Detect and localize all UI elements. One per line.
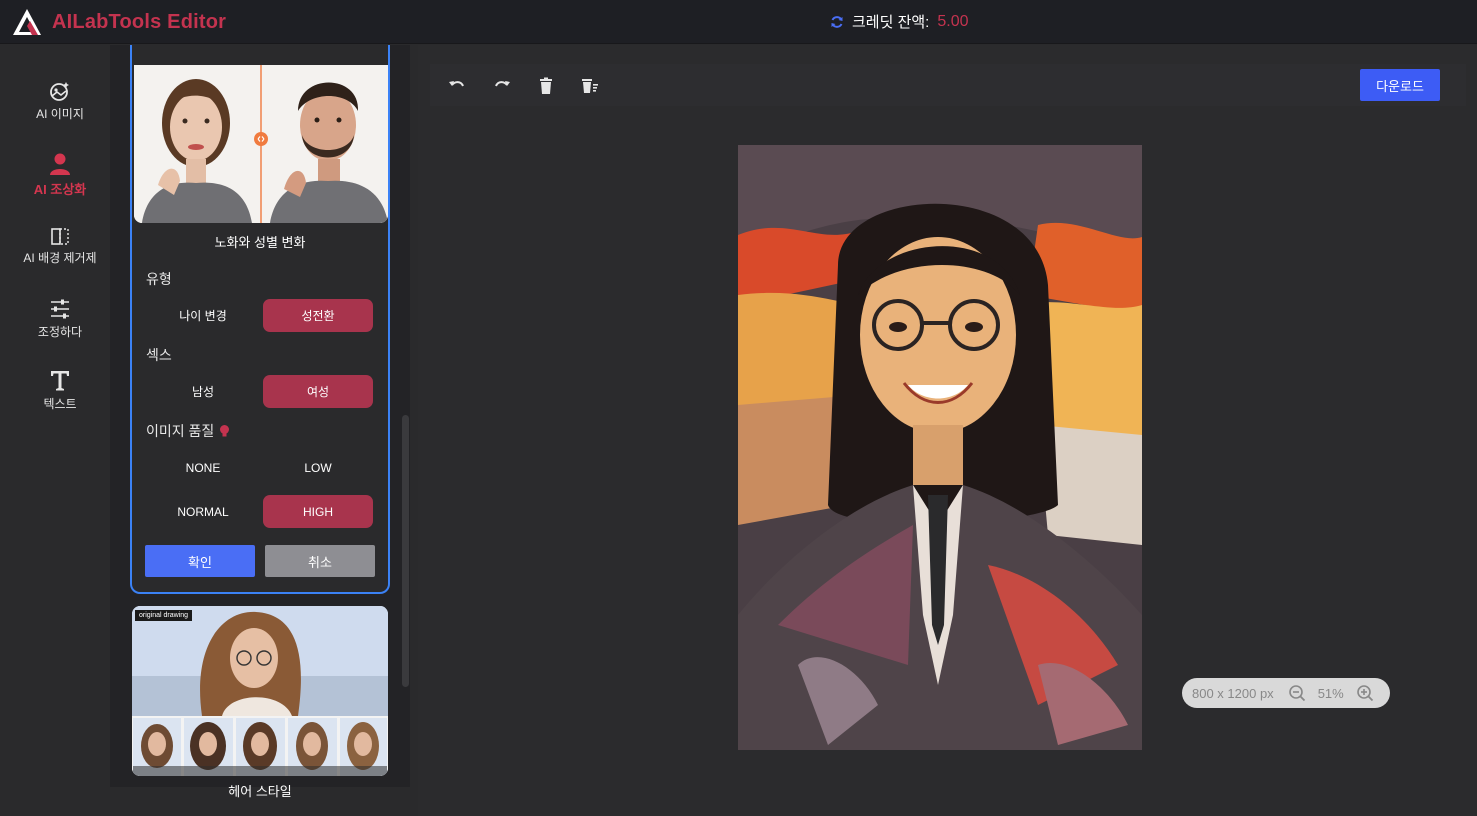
zoom-bar: 800 x 1200 px 51% [1182,678,1390,708]
sex-label: 섹스 [146,347,172,363]
nav-item-adjust[interactable]: 조정하다 [0,298,120,340]
nav-label: 텍스트 [43,397,77,411]
image-size-label: 800 x 1200 px [1192,685,1274,701]
quality-option-normal[interactable]: NORMAL [148,495,258,528]
original-drawing-badge: original drawing [135,610,193,621]
undo-icon[interactable] [447,76,467,96]
background-remove-icon [51,228,69,245]
sex-option-female[interactable]: 여성 [263,375,373,408]
nav-item-text[interactable]: 텍스트 [0,368,120,412]
type-option-gender-swap[interactable]: 성전환 [263,299,373,332]
sliders-icon [51,299,69,319]
editor-toolbar [430,64,1466,106]
zoom-percent: 51% [1317,685,1344,701]
portrait-icon [50,153,70,175]
brand-logo-icon [13,9,41,35]
nav-item-ai-portrait[interactable]: AI 조상화 [0,152,120,198]
quality-option-none[interactable]: NONE [148,451,258,484]
text-icon [51,371,69,391]
nav-item-ai-image[interactable]: AI 이미지 [0,80,120,122]
refresh-icon[interactable] [830,15,844,29]
nav-label: AI 이미지 [36,107,84,121]
credit-value: 5.00 [937,12,969,30]
download-button[interactable]: 다운로드 [1360,69,1440,101]
portrait-painting-image [738,145,1142,750]
aging-gender-preview [134,65,388,223]
hairstyle-preview-image [132,606,388,776]
brand[interactable]: AILabTools Editor [12,7,226,37]
type-label: 유형 [146,271,172,287]
quality-label-row: 이미지 품질 [146,421,231,441]
aging-gender-card[interactable]: 노화와 성별 변화 유형 나이 변경 성전환 섹스 남성 여성 이미지 품질 N… [130,45,390,594]
quality-label: 이미지 품질 [146,423,215,439]
sex-option-male[interactable]: 남성 [148,375,258,408]
card-title: 노화와 성별 변화 [214,235,306,250]
edited-image-canvas[interactable] [738,145,1142,750]
redo-icon[interactable] [492,76,512,96]
confirm-button[interactable]: 확인 [145,545,255,577]
cancel-button[interactable]: 취소 [265,545,375,577]
type-option-age[interactable]: 나이 변경 [148,299,258,332]
preview-image [134,65,388,223]
panel-scrollbar[interactable] [402,415,409,687]
clear-all-icon[interactable] [580,76,600,96]
quality-option-high[interactable]: HIGH [263,495,373,528]
app-name: AILabTools Editor [52,10,227,33]
quality-option-low[interactable]: LOW [263,451,373,484]
credit-balance: 크레딧 잔액: 5.00 [830,11,968,32]
hairstyle-thumbnails [133,718,387,776]
top-bar: AILabTools Editor 크레딧 잔액: 5.00 [0,0,1477,44]
card-title: 헤어 스타일 [228,784,292,799]
nav-label: 조정하다 [37,325,83,339]
delete-icon[interactable] [536,76,556,96]
nav-item-background-remove[interactable]: AI 배경 제거제 [0,228,120,266]
nav-label: AI 배경 제거제 [23,251,97,265]
hairstyle-card[interactable]: original drawing [132,606,388,776]
lightbulb-icon[interactable] [218,424,231,438]
zoom-in-icon[interactable] [1356,684,1374,702]
credit-label: 크레딧 잔액: [852,14,930,31]
ai-image-icon [50,82,69,101]
nav-label: AI 조상화 [33,182,87,197]
zoom-out-icon[interactable] [1288,684,1306,702]
